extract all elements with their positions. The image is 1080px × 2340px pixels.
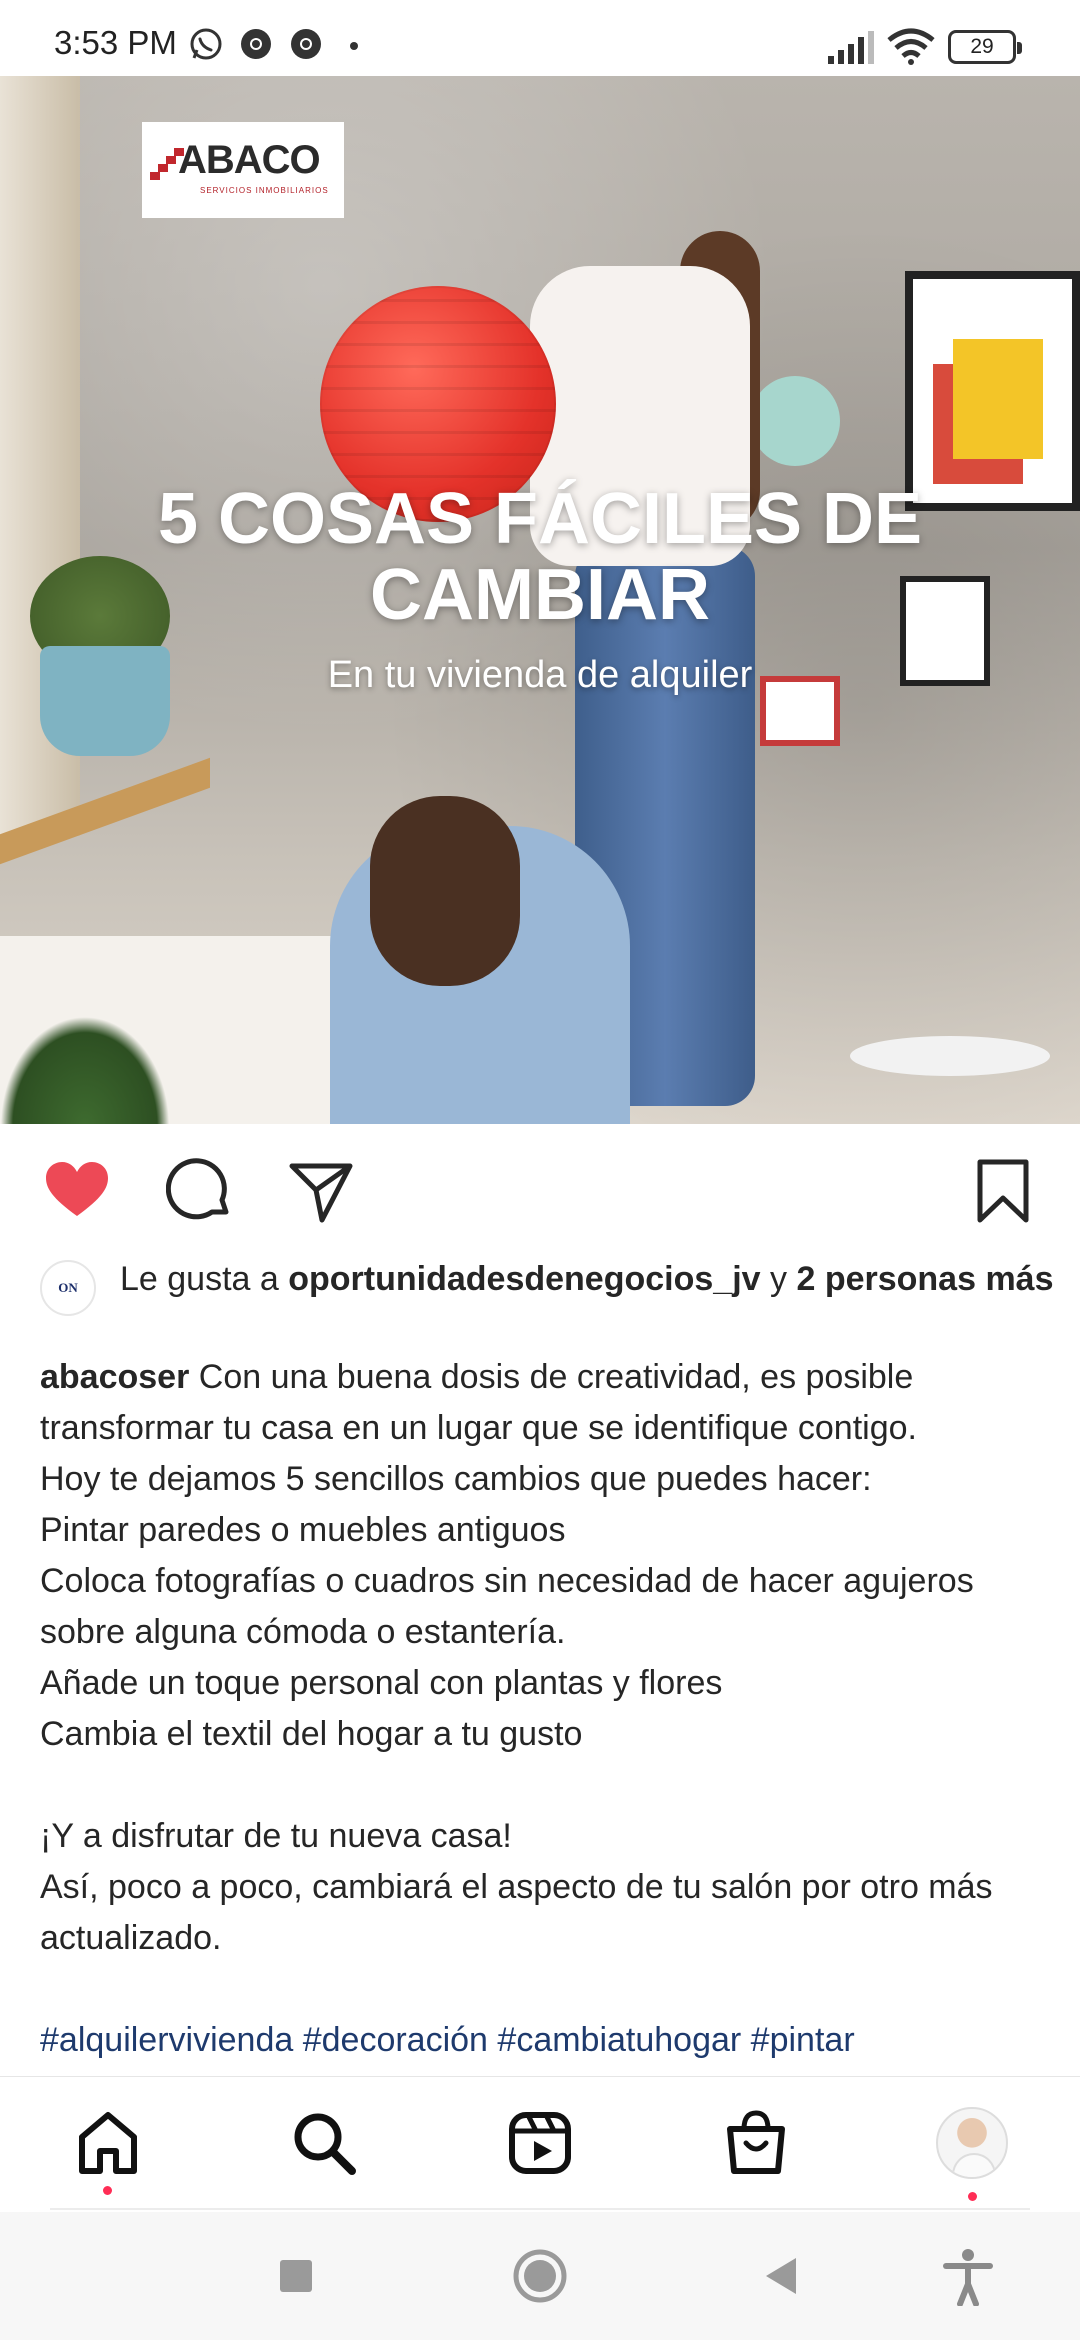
likes-middle: y xyxy=(760,1260,797,1298)
bookmark-icon[interactable] xyxy=(968,1156,1038,1226)
image-title: 5 COSAS FÁCILES DE CAMBIAR xyxy=(0,481,1080,633)
likes-others[interactable]: 2 personas más xyxy=(796,1260,1053,1298)
shop-icon[interactable] xyxy=(720,2107,792,2179)
liker-avatar[interactable]: ON xyxy=(40,1260,96,1316)
notification-dot xyxy=(350,42,358,50)
likes-prefix: Le gusta a xyxy=(120,1260,289,1298)
nav-divider xyxy=(50,2208,1030,2210)
wifi-icon xyxy=(887,28,935,65)
caption-line: Pintar paredes o muebles antiguos xyxy=(40,1511,566,1549)
wall-clock xyxy=(750,376,840,466)
likes-text[interactable]: Le gusta a oportunidadesdenegocios_jv y … xyxy=(120,1256,1080,1302)
person-hair-brown xyxy=(370,796,520,986)
home-notification-dot xyxy=(103,2186,112,2195)
abaco-logo: ABACO SERVICIOS INMOBILIARIOS xyxy=(142,122,344,218)
post-image[interactable]: ABACO SERVICIOS INMOBILIARIOS 5 COSAS FÁ… xyxy=(0,76,1080,1124)
caption-line: ¡Y a disfrutar de tu nueva casa! xyxy=(40,1817,512,1855)
caption-username[interactable]: abacoser xyxy=(40,1358,189,1396)
cell-signal-icon xyxy=(828,31,874,64)
image-subtitle: En tu vivienda de alquiler xyxy=(327,654,753,696)
caption-line: Añade un toque personal con plantas y fl… xyxy=(40,1664,723,1702)
send-icon[interactable] xyxy=(286,1156,356,1226)
recent-apps-icon[interactable] xyxy=(266,2246,326,2306)
comment-icon[interactable] xyxy=(166,1156,236,1226)
caption-line: Cambia el textil del hogar a tu gusto xyxy=(40,1715,583,1753)
caption-line: Así, poco a poco, cambiará el aspecto de… xyxy=(40,1868,993,1957)
home-circle-icon[interactable] xyxy=(510,2246,570,2306)
post-caption: abacoser Con una buena dosis de creativi… xyxy=(40,1352,1060,1964)
liker-username[interactable]: oportunidadesdenegocios_jv xyxy=(288,1260,760,1298)
status-bar: 3:53 PM 29 xyxy=(0,0,1080,76)
caption-line: Coloca fotografías o cuadros sin necesid… xyxy=(40,1562,974,1651)
caption-hashtags[interactable]: #alquilervivienda #decoración #cambiatuh… xyxy=(40,2015,1060,2061)
back-icon[interactable] xyxy=(752,2246,812,2306)
side-table xyxy=(850,1036,1050,1076)
chrome-icon xyxy=(241,29,271,59)
reels-icon[interactable] xyxy=(504,2107,576,2179)
battery-indicator: 29 xyxy=(948,30,1022,64)
whatsapp-icon xyxy=(190,28,222,60)
image-title-line2: CAMBIAR xyxy=(370,555,710,635)
profile-notification-dot xyxy=(968,2192,977,2201)
caption-line: Hoy te dejamos 5 sencillos cambios que p… xyxy=(40,1460,872,1498)
profile-avatar[interactable] xyxy=(936,2107,1008,2179)
system-navigation xyxy=(0,2212,1080,2340)
image-title-line1: 5 COSAS FÁCILES DE xyxy=(157,479,923,559)
wall-frame-art xyxy=(905,271,1080,511)
accessibility-icon[interactable] xyxy=(938,2246,998,2306)
chrome-icon xyxy=(291,29,321,59)
logo-subtext: SERVICIOS INMOBILIARIOS xyxy=(200,186,329,195)
search-icon[interactable] xyxy=(288,2107,360,2179)
plant-foreground xyxy=(0,1016,170,1124)
heart-filled-icon[interactable] xyxy=(42,1156,112,1226)
caption-first-line: abacoser Con una buena dosis de creativi… xyxy=(40,1352,1060,1454)
bottom-navigation xyxy=(0,2076,1080,2208)
home-icon[interactable] xyxy=(72,2107,144,2179)
post-actions xyxy=(0,1124,1080,1252)
status-time: 3:53 PM xyxy=(54,24,177,61)
caption-line xyxy=(40,1760,1060,1811)
logo-text: ABACO xyxy=(178,138,321,182)
